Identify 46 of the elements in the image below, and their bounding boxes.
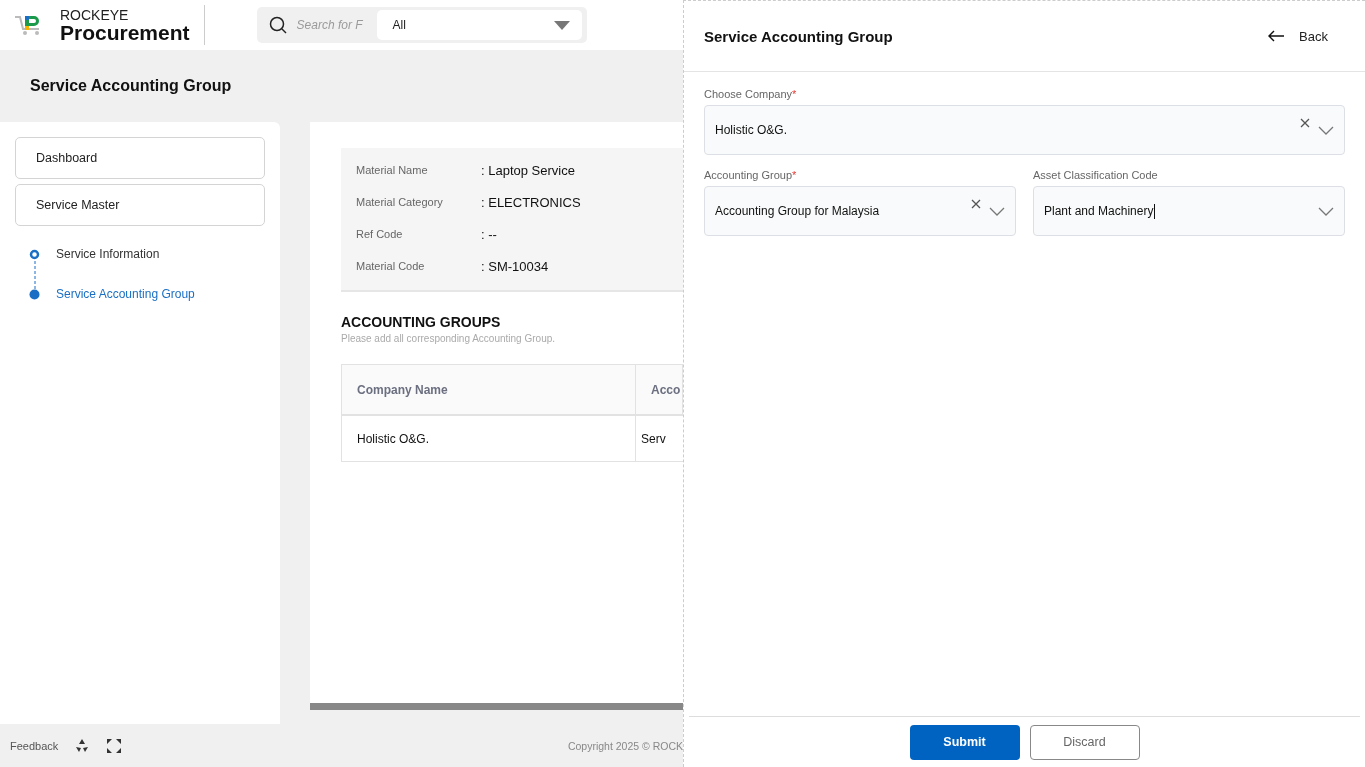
table-cell-text: Serv: [640, 430, 667, 448]
select-field[interactable]: Holistic O&G.: [704, 105, 1345, 155]
back-button[interactable]: Back: [1268, 28, 1328, 44]
column-header: Acco: [636, 365, 683, 416]
close-icon[interactable]: [1300, 118, 1310, 128]
search-field[interactable]: Search for F: [294, 17, 369, 33]
dropdown-triangle-icon: [553, 20, 570, 30]
filter-dropdown[interactable]: All: [376, 10, 582, 40]
detail-label: Material Name: [356, 163, 429, 178]
table-cell: Holistic O&G.: [342, 416, 636, 461]
column-header: Company Name: [342, 365, 636, 416]
expand-icon[interactable]: [106, 737, 123, 754]
detail-value: : SM-10034: [481, 258, 550, 276]
detail-value: : Laptop Service: [481, 162, 576, 180]
page-title: Service Accounting Group: [29, 76, 233, 96]
copyright-text: Copyright 2025 © ROCK: [567, 739, 683, 752]
chevron-down-icon[interactable]: [989, 206, 1005, 216]
detail-label: Material Category: [356, 195, 444, 210]
search-icon[interactable]: [268, 16, 287, 34]
section-subtitle: Please add all corresponding Accounting Group.: [341, 333, 557, 344]
sidebar-item[interactable]: Dashboard: [15, 137, 265, 179]
chevron-down-icon[interactable]: [1318, 125, 1334, 135]
search-bar[interactable]: Search for F All: [256, 7, 587, 43]
drawer-title: Service Accounting Group: [704, 27, 893, 45]
section-title: ACCOUNTING GROUPS: [341, 314, 502, 330]
scrollbar[interactable]: [310, 703, 683, 710]
discard-button[interactable]: Discard: [1029, 724, 1140, 760]
close-icon[interactable]: [971, 199, 981, 209]
detail-value: : --: [481, 226, 498, 244]
chevron-down-icon[interactable]: [1318, 206, 1334, 216]
feedback-link[interactable]: Feedback: [10, 739, 59, 752]
brand-name: Procurement: [60, 21, 190, 43]
field-label: Accounting Group*: [704, 169, 798, 181]
detail-label: Ref Code: [356, 227, 404, 242]
select-field[interactable]: Accounting Group for Malaysia: [704, 186, 1016, 236]
sidebar-item[interactable]: Service Master: [15, 184, 265, 226]
submit-button[interactable]: Submit: [909, 724, 1020, 760]
step-link[interactable]: Service Accounting Group: [56, 287, 195, 301]
field-label: Choose Company*: [704, 88, 798, 100]
step-link[interactable]: Service Information: [56, 247, 160, 261]
select-field[interactable]: Plant and Machinery: [1033, 186, 1345, 236]
detail-value: : ELECTRONICS: [481, 194, 582, 212]
field-label: Asset Classification Code: [1033, 169, 1159, 181]
brand-subtitle: ROCKEYE: [60, 7, 130, 22]
arrow-left-icon: [1268, 30, 1286, 42]
detail-label: Material Code: [356, 259, 426, 274]
